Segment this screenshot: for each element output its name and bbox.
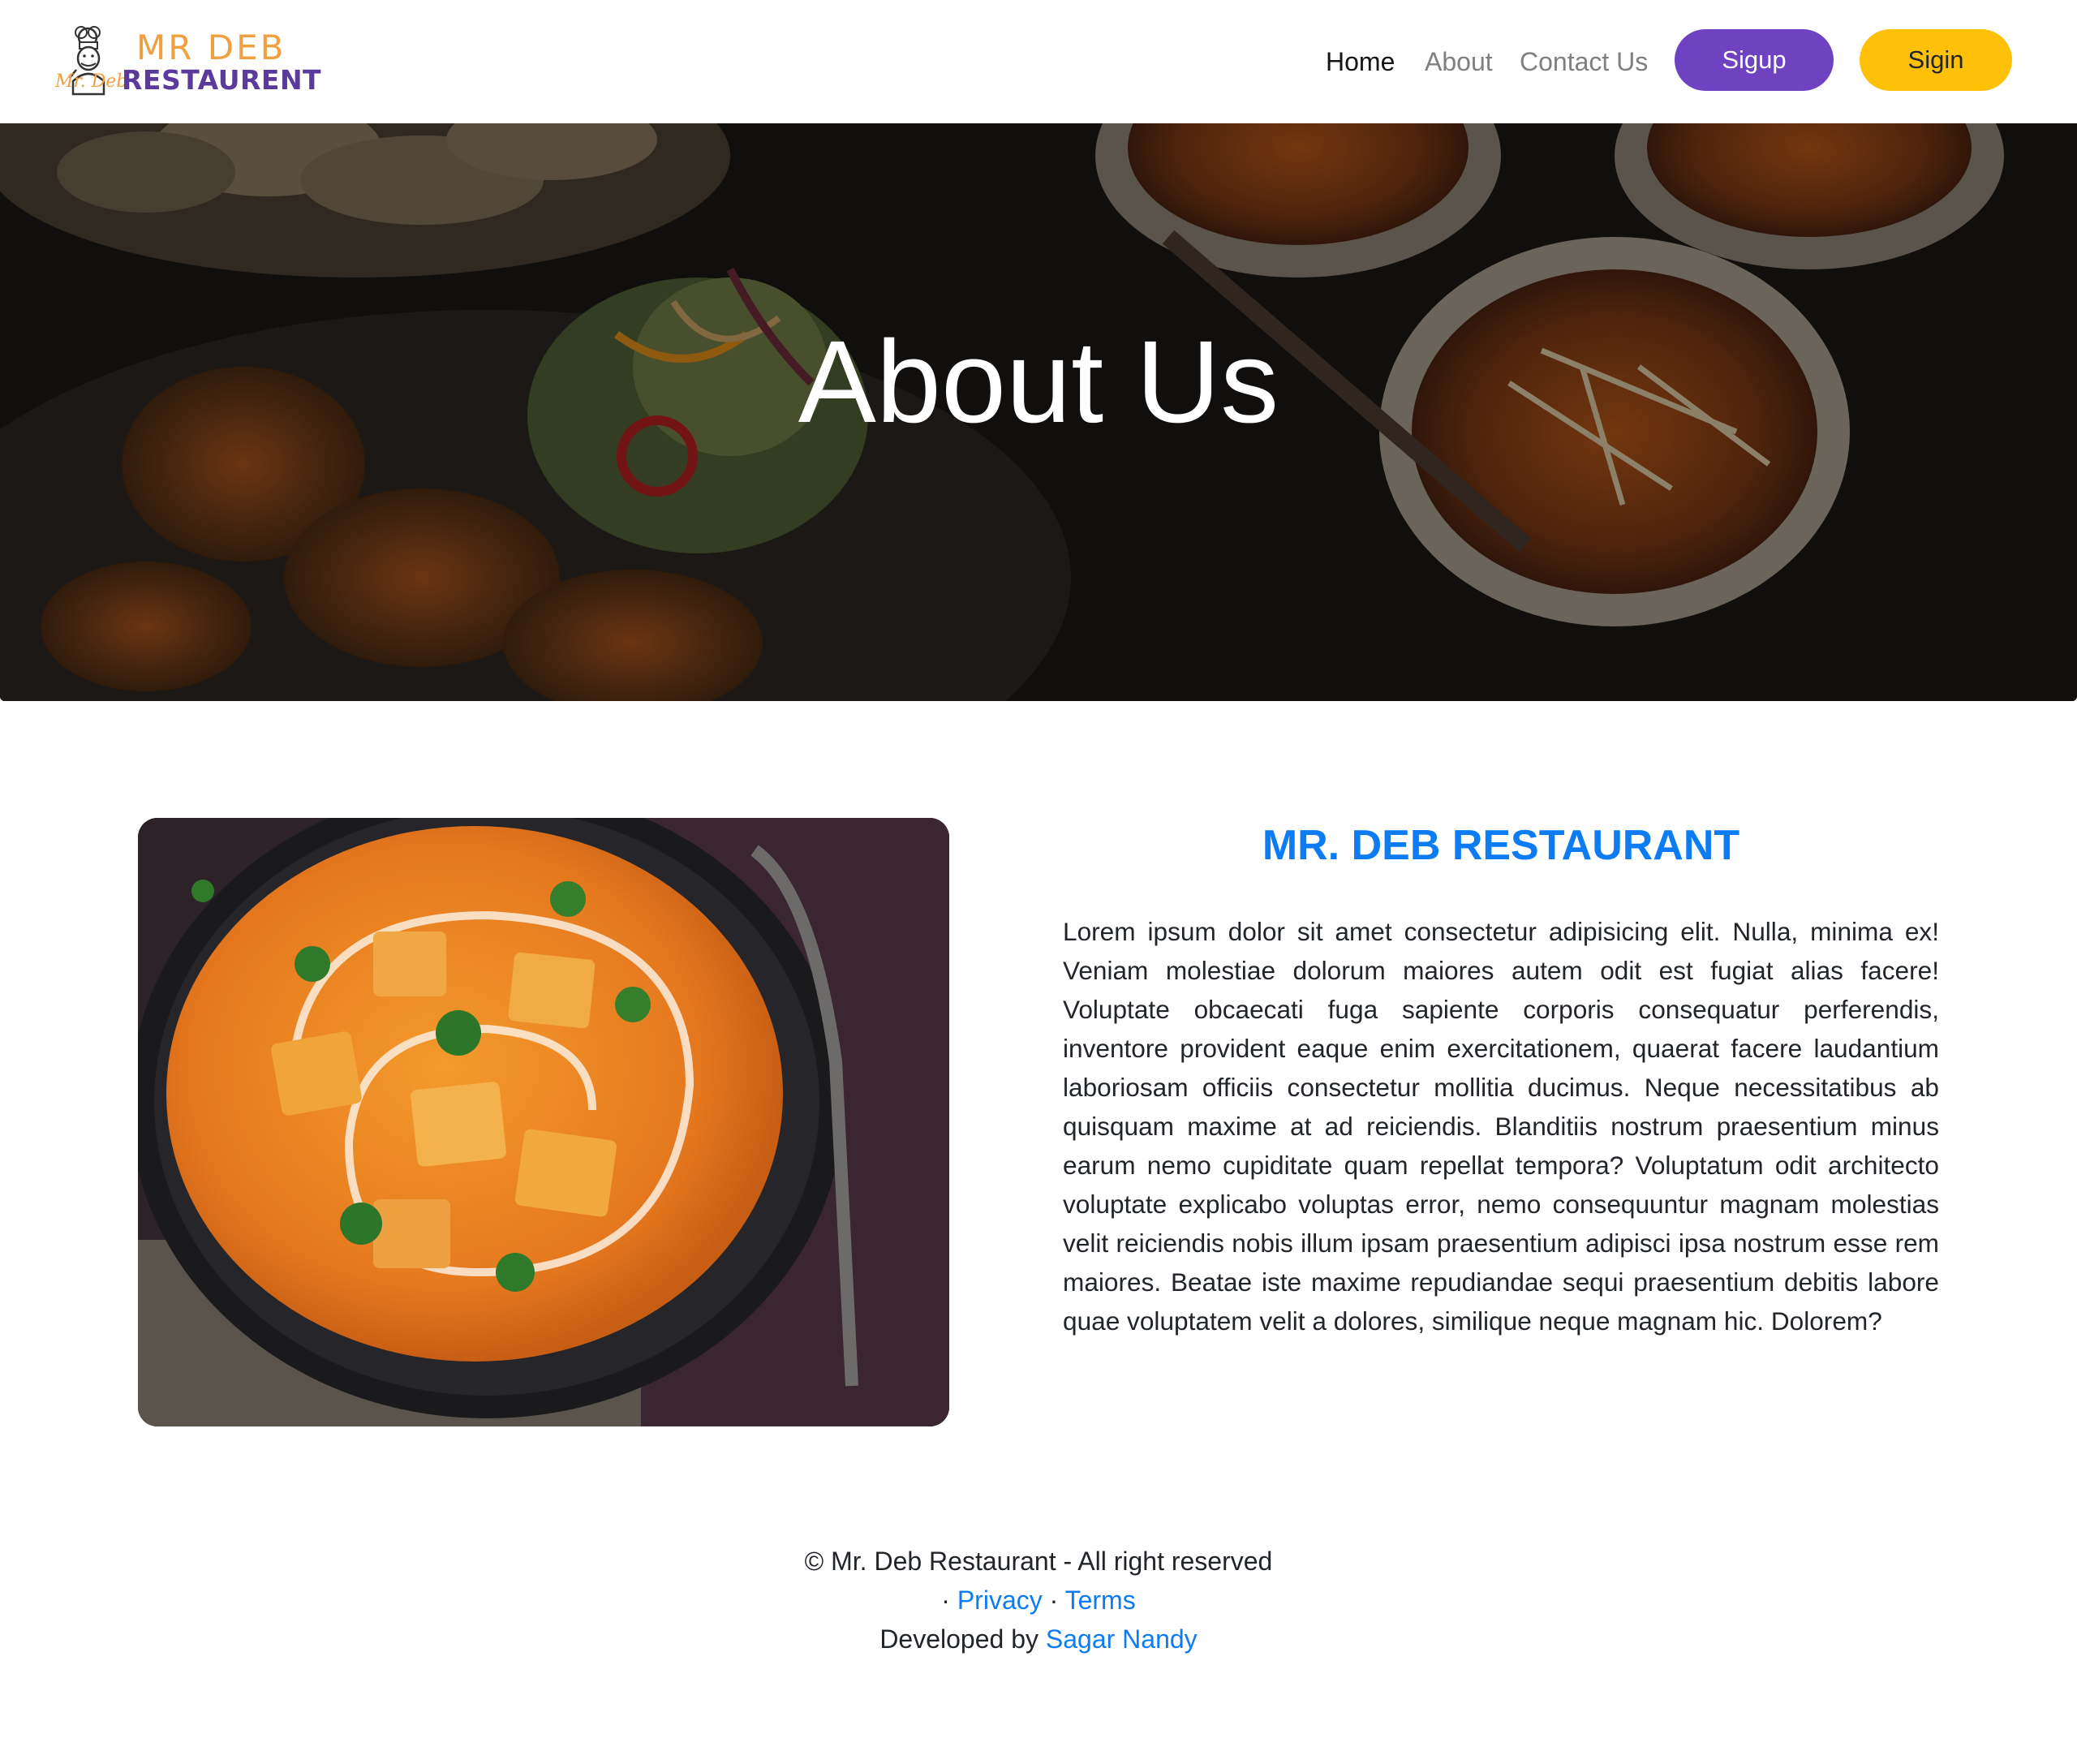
nav-about[interactable]: About — [1425, 44, 1493, 80]
developed-by-label: Developed by — [879, 1624, 1038, 1654]
copyright-text: © Mr. Deb Restaurant - All right reserve… — [804, 1547, 1273, 1576]
paneer-curry-image — [138, 818, 949, 1426]
nav-contact[interactable]: Contact Us — [1520, 44, 1648, 80]
signup-button[interactable]: Sigup — [1675, 29, 1834, 91]
brand-script: Mr. Deb — [55, 71, 128, 92]
brand-name-line2: RESTAURENT — [122, 64, 322, 96]
brand-name-line1: MR DEB — [136, 28, 286, 67]
privacy-link[interactable]: Privacy — [957, 1585, 1043, 1615]
separator-dot: · — [941, 1585, 950, 1615]
navbar: Mr. Deb MR DEB RESTAURENT Home About Con… — [0, 0, 2077, 123]
footer-links: · Privacy · Terms — [0, 1581, 2077, 1620]
signin-button[interactable]: Sigin — [1860, 29, 2012, 91]
page-title: About Us — [798, 316, 1279, 447]
restaurant-heading: MR. DEB RESTAURANT — [1262, 822, 1740, 869]
footer: © Mr. Deb Restaurant - All right reserve… — [0, 1542, 2077, 1659]
terms-link[interactable]: Terms — [1065, 1585, 1136, 1615]
brand-logo[interactable]: Mr. Deb MR DEB RESTAURENT — [52, 21, 321, 102]
about-description: Lorem ipsum dolor sit amet consectetur a… — [1063, 917, 1939, 1336]
developer-credit: Developed by Sagar Nandy — [0, 1620, 2077, 1659]
developer-link[interactable]: Sagar Nandy — [1046, 1624, 1198, 1654]
hero-banner: About Us — [0, 123, 2077, 701]
nav-home[interactable]: Home — [1326, 44, 1395, 80]
separator-dot: · — [1049, 1585, 1059, 1615]
